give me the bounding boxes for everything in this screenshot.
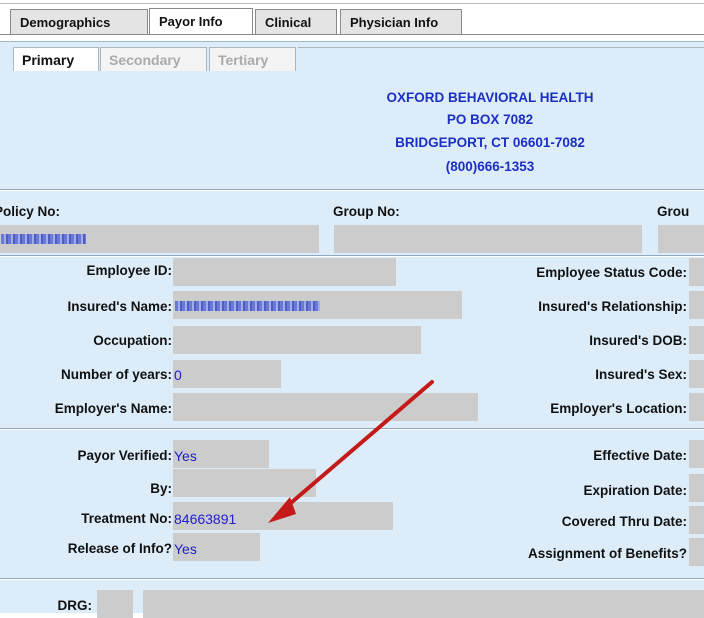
insureds-dob-label: Insured's DOB: — [589, 333, 687, 348]
payor-verified-value: Yes — [174, 448, 197, 464]
covered-thru-date-label: Covered Thru Date: — [561, 514, 687, 529]
payor-address-line-1: PO BOX 7082 — [446, 112, 534, 127]
employee-id-label: Employee ID: — [86, 263, 172, 278]
payor-phone: (800)666-1353 — [445, 159, 535, 174]
effective-date-field[interactable] — [689, 440, 704, 468]
number-of-years-field[interactable] — [173, 360, 281, 388]
group-no-field[interactable] — [334, 225, 642, 253]
employers-location-field[interactable] — [689, 393, 704, 421]
insured-name-redacted-value — [175, 301, 320, 311]
release-of-info-value: Yes — [174, 541, 197, 557]
expiration-date-label: Expiration Date: — [583, 483, 687, 498]
group-no-label: Group No: — [333, 204, 400, 219]
section-divider — [0, 189, 704, 191]
employee-status-code-field[interactable] — [689, 258, 704, 286]
drg-label: DRG: — [57, 598, 93, 613]
tab-bar-top-line — [0, 0, 704, 4]
number-of-years-label: Number of years: — [60, 367, 172, 382]
group-name-field[interactable] — [658, 225, 704, 253]
insureds-sex-field[interactable] — [689, 360, 704, 388]
treatment-no-value: 84663891 — [174, 511, 237, 527]
payor-name: OXFORD BEHAVIORAL HEALTH — [386, 90, 594, 105]
group-truncated-label: Grou — [657, 204, 690, 219]
treatment-no-label: Treatment No: — [81, 511, 172, 526]
section-divider — [0, 578, 704, 580]
top-tab-bar: Demographics Payor Info Clinical Physici… — [0, 0, 704, 41]
release-of-info-label: Release of Info? — [67, 541, 172, 556]
employee-id-field[interactable] — [173, 258, 396, 286]
expiration-date-field[interactable] — [689, 474, 704, 502]
employer-name-field[interactable] — [173, 393, 478, 421]
section-divider — [0, 255, 704, 257]
subtab-tertiary[interactable]: Tertiary — [209, 47, 296, 72]
assignment-of-benefits-label: Assignment of Benefits? — [527, 546, 687, 561]
assignment-of-benefits-field[interactable] — [689, 538, 704, 566]
drg-code-field[interactable] — [97, 590, 133, 618]
payor-address-block: OXFORD BEHAVIORAL HEALTH PO BOX 7082 BRI… — [0, 71, 704, 189]
tab-demographics[interactable]: Demographics — [10, 9, 148, 34]
occupation-field[interactable] — [173, 326, 421, 354]
drg-description-field[interactable] — [143, 590, 704, 618]
insureds-relationship-field[interactable] — [689, 291, 704, 319]
employee-status-code-label: Employee Status Code: — [536, 265, 687, 280]
subtab-secondary[interactable]: Secondary — [100, 47, 207, 72]
policy-no-label: Policy No: — [0, 204, 61, 219]
insureds-relationship-label: Insured's Relationship: — [538, 299, 687, 314]
number-of-years-value: 0 — [174, 367, 182, 383]
subtab-primary[interactable]: Primary — [13, 47, 99, 72]
verified-by-field[interactable] — [173, 469, 316, 497]
employer-name-label: Employer's Name: — [54, 401, 172, 416]
insureds-sex-label: Insured's Sex: — [595, 367, 687, 382]
insureds-dob-field[interactable] — [689, 326, 704, 354]
payor-subtab-bar: Primary Secondary Tertiary — [0, 41, 704, 72]
covered-thru-date-field[interactable] — [689, 506, 704, 534]
tab-clinical[interactable]: Clinical — [255, 9, 337, 34]
tab-payor-info[interactable]: Payor Info — [149, 8, 253, 35]
section-divider — [0, 428, 704, 430]
payor-info-panel: OXFORD BEHAVIORAL HEALTH PO BOX 7082 BRI… — [0, 71, 704, 618]
tab-physician-info[interactable]: Physician Info — [340, 9, 462, 34]
policy-no-redacted-value — [1, 234, 86, 244]
payor-address-line-2: BRIDGEPORT, CT 06601-7082 — [395, 135, 585, 150]
employers-location-label: Employer's Location: — [550, 401, 687, 416]
effective-date-label: Effective Date: — [593, 448, 687, 463]
subtab-right-frame — [298, 47, 704, 73]
insured-name-label: Insured's Name: — [67, 299, 173, 314]
tab-bar-baseline — [0, 34, 704, 35]
occupation-label: Occupation: — [93, 333, 172, 348]
verified-by-label: By: — [150, 481, 172, 496]
payor-verified-label: Payor Verified: — [77, 448, 172, 463]
